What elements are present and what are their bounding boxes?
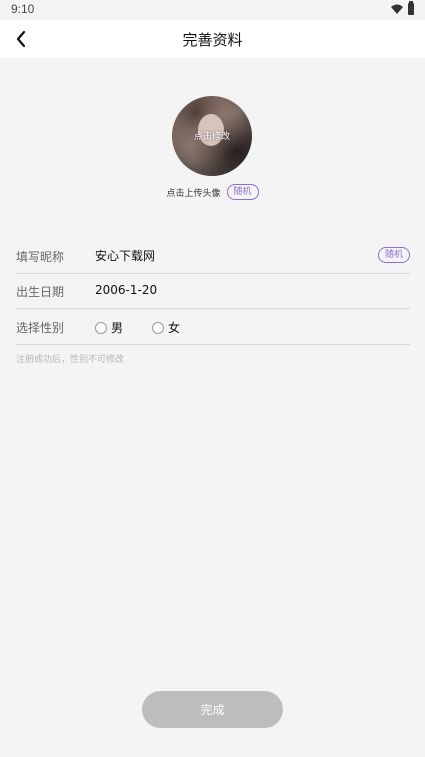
random-avatar-button[interactable]: 随机: [226, 184, 259, 200]
gender-note: 注册成功后，性别不可修改: [16, 355, 125, 365]
nickname-label: 填写昵称: [16, 250, 65, 264]
top-navbar: 完善资料: [0, 20, 425, 58]
gender-option-label: 男: [111, 321, 124, 335]
avatar-upload[interactable]: 点击修改: [172, 96, 252, 176]
done-button[interactable]: 完成: [142, 691, 283, 728]
gender-option-female[interactable]: 女: [152, 319, 180, 336]
radio-unchecked-icon: [95, 321, 107, 334]
status-time: 9:10: [11, 2, 35, 16]
nickname-input[interactable]: [95, 248, 355, 262]
birthday-value[interactable]: 2006-1-20: [95, 283, 355, 297]
birthday-label: 出生日期: [16, 285, 65, 299]
gender-row: 选择性别 男 女: [15, 309, 410, 345]
radio-unchecked-icon: [152, 321, 164, 334]
nickname-row: 填写昵称 随机: [15, 238, 410, 274]
wifi-icon: [391, 4, 403, 14]
avatar-upload-label[interactable]: 点击上传头像: [166, 186, 220, 199]
status-bar: 9:10: [0, 0, 425, 20]
battery-icon: [408, 1, 414, 15]
avatar-overlay-label: 点击修改: [193, 132, 230, 142]
page-title: 完善资料: [182, 31, 243, 49]
avatar-upload-row: 点击上传头像 随机: [0, 184, 425, 200]
birthday-row[interactable]: 出生日期 2006-1-20: [15, 273, 410, 309]
random-nickname-button[interactable]: 随机: [377, 247, 410, 263]
gender-option-male[interactable]: 男: [95, 319, 123, 336]
gender-label: 选择性别: [16, 321, 65, 335]
gender-option-label: 女: [168, 321, 181, 335]
